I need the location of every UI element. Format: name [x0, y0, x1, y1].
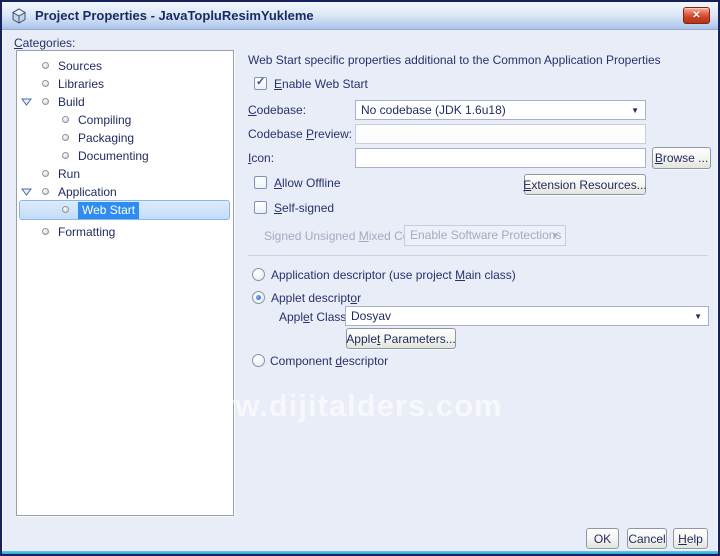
allow-offline-label: Allow Offline — [274, 176, 341, 190]
applet-descriptor-radio[interactable] — [252, 291, 265, 304]
applet-class-combobox[interactable]: Dosyav ▼ — [345, 306, 709, 326]
self-signed-checkbox[interactable] — [254, 201, 267, 214]
application-descriptor-radio[interactable] — [252, 268, 265, 281]
checkmark-icon: ✓ — [256, 76, 266, 88]
tree-bullet-icon — [62, 152, 69, 159]
enable-web-start-label: Enable Web Start — [274, 77, 368, 91]
component-descriptor-radio[interactable] — [252, 354, 265, 367]
sidebar-item-run[interactable]: Run — [18, 165, 232, 183]
window-bottom-accent — [2, 551, 718, 554]
title-bar[interactable]: Project Properties - JavaTopluResimYukle… — [2, 2, 718, 30]
sidebar-item-web-start[interactable]: Web Start — [78, 202, 140, 219]
sidebar-item-web-start-selected-row[interactable]: Web Start — [19, 200, 230, 220]
chevron-down-icon[interactable]: ▼ — [631, 106, 639, 115]
applet-class-label: Applet Class: — [279, 310, 350, 324]
icon-field[interactable] — [355, 148, 646, 168]
codebase-preview-field — [355, 124, 646, 144]
mixed-code-label: Signed Unsigned Mixed Code: — [264, 229, 427, 243]
self-signed-label: Self-signed — [274, 201, 335, 215]
mixed-code-combobox: Enable Software Protections ▼ — [404, 225, 566, 246]
chevron-down-icon: ▼ — [551, 231, 559, 240]
tree-expander-icon[interactable] — [21, 188, 32, 196]
sidebar-item-sources[interactable]: Sources — [18, 57, 232, 75]
panel-header: Web Start specific properties additional… — [248, 53, 661, 67]
applet-descriptor-label: Applet descriptor — [271, 291, 362, 305]
tree-bullet-icon — [62, 134, 69, 141]
allow-offline-checkbox[interactable] — [254, 176, 267, 189]
icon-label: Icon: — [248, 151, 275, 165]
project-cube-icon — [11, 7, 27, 24]
applet-parameters-button[interactable]: Applet Parameters... — [346, 328, 456, 349]
application-descriptor-label: Application descriptor (use project Main… — [271, 268, 516, 282]
tree-bullet-icon — [62, 116, 69, 123]
tree-bullet-icon — [62, 206, 69, 213]
tree-bullet-icon — [42, 170, 49, 177]
project-properties-dialog: Project Properties - JavaTopluResimYukle… — [0, 0, 720, 556]
tree-bullet-icon — [42, 80, 49, 87]
sidebar-item-documenting[interactable]: Documenting — [18, 147, 232, 165]
close-icon: ✕ — [692, 10, 701, 21]
sidebar-item-libraries[interactable]: Libraries — [18, 75, 232, 93]
categories-label: Categories: — [14, 36, 76, 50]
categories-tree: Sources Libraries Build Compiling Packag… — [16, 50, 234, 516]
sidebar-item-build[interactable]: Build — [18, 93, 232, 111]
ok-button[interactable]: OK — [586, 528, 619, 549]
enable-web-start-checkbox[interactable]: ✓ — [254, 76, 267, 90]
codebase-combobox[interactable]: No codebase (JDK 1.6u18) ▼ — [355, 100, 646, 120]
tree-bullet-icon — [42, 228, 49, 235]
component-descriptor-label: Component descriptor — [270, 354, 389, 368]
tree-expander-icon[interactable] — [21, 98, 32, 106]
section-divider — [248, 255, 708, 256]
help-button[interactable]: Help — [673, 528, 708, 549]
sidebar-item-compiling[interactable]: Compiling — [18, 111, 232, 129]
tree-bullet-icon — [42, 98, 49, 105]
extension-resources-button[interactable]: Extension Resources... — [523, 174, 647, 195]
sidebar-item-application[interactable]: Application — [18, 183, 232, 201]
sidebar-item-packaging[interactable]: Packaging — [18, 129, 232, 147]
chevron-down-icon[interactable]: ▼ — [694, 312, 702, 321]
browse-button[interactable]: Browse ... — [652, 147, 711, 169]
codebase-label: Codebase: — [248, 103, 307, 117]
cancel-button[interactable]: Cancel — [627, 528, 667, 549]
codebase-preview-label: Codebase Preview: — [248, 127, 353, 141]
tree-bullet-icon — [42, 188, 49, 195]
tree-bullet-icon — [42, 62, 49, 69]
close-button[interactable]: ✕ — [683, 7, 710, 24]
window-title: Project Properties - JavaTopluResimYukle… — [35, 8, 314, 23]
sidebar-item-formatting[interactable]: Formatting — [18, 223, 232, 241]
